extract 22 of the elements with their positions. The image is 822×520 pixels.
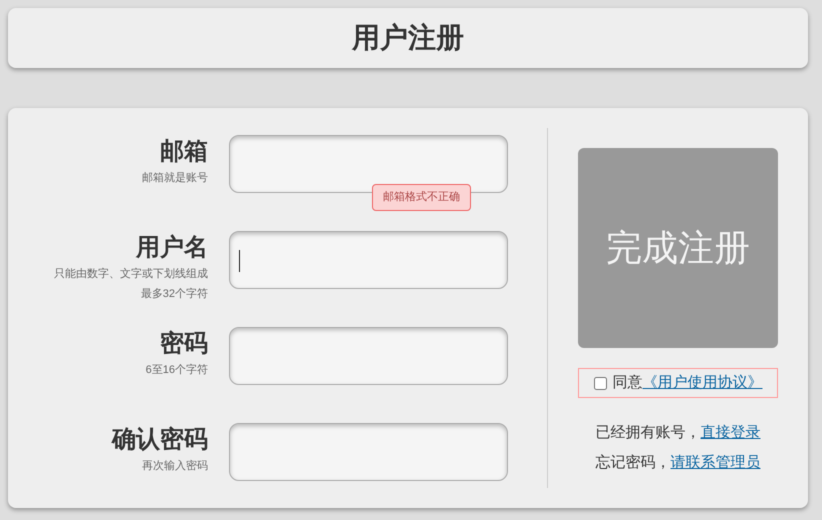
field-hint: 只能由数字、文字或下划线组成 <box>54 266 208 282</box>
input-field[interactable] <box>229 135 508 193</box>
field-hint: 邮箱就是账号 <box>142 171 208 186</box>
footer-link[interactable]: 直接登录 <box>700 424 760 441</box>
footer-link[interactable]: 请联系管理员 <box>670 454 760 471</box>
field-label: 邮箱 <box>160 137 208 167</box>
field-hint: 6至16个字符 <box>146 362 208 378</box>
input-field[interactable] <box>229 231 508 289</box>
input-field[interactable] <box>229 423 508 481</box>
field-hint: 再次输入密码 <box>142 458 208 474</box>
agreement-link[interactable]: 《用户使用协议》 <box>642 374 762 391</box>
field-label: 用户名 <box>136 233 208 263</box>
agreement-text: 同意《用户使用协议》 <box>612 372 762 393</box>
footer-text: 已经拥有账号，直接登录 <box>596 423 760 443</box>
input-field[interactable] <box>229 327 508 385</box>
page-title: 用户注册 <box>352 21 464 55</box>
field-label: 密码 <box>160 329 208 359</box>
field-hint: 最多32个字符 <box>140 286 208 302</box>
agree-checkbox[interactable] <box>594 376 606 390</box>
field-label: 确认密码 <box>112 425 208 455</box>
footer-text: 忘记密码，请联系管理员 <box>596 453 760 473</box>
error-tooltip: 邮箱格式不正确 <box>372 184 471 210</box>
